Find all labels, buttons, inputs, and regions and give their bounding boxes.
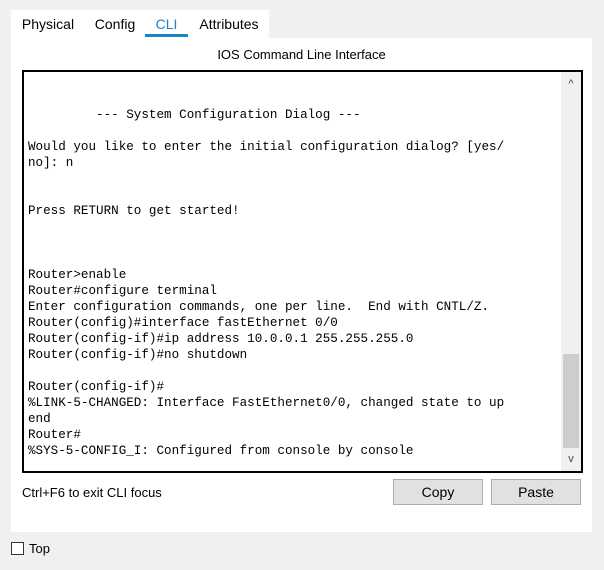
tab-cli[interactable]: CLI xyxy=(145,10,188,38)
scroll-down-icon[interactable]: v xyxy=(561,449,581,469)
terminal-line: Would you like to enter the initial conf… xyxy=(28,140,505,154)
terminal-line: Router#configure terminal xyxy=(28,284,217,298)
tab-config-label: Config xyxy=(94,16,136,32)
terminal-line: Router(config-if)# xyxy=(28,380,165,394)
tab-physical[interactable]: Physical xyxy=(11,10,85,38)
terminal-line: Router(config-if)#ip address 10.0.0.1 25… xyxy=(28,332,414,346)
terminal-line: Router>enable xyxy=(28,268,127,282)
scroll-up-icon[interactable]: ^ xyxy=(561,74,581,94)
terminal-output[interactable]: --- System Configuration Dialog --- Would… xyxy=(28,72,558,471)
terminal-line: %LINK-5-CHANGED: Interface FastEthernet0… xyxy=(28,396,505,410)
terminal-line: Router(config-if)#no shutdown xyxy=(28,348,248,362)
cli-panel: IOS Command Line Interface --- System Co… xyxy=(11,38,592,532)
terminal-line: Router(config)#interface fastEthernet 0/… xyxy=(28,316,338,330)
terminal-scrollbar[interactable]: ^ v xyxy=(561,72,581,471)
tab-bar: Physical Config CLI Attributes xyxy=(11,10,269,38)
terminal-line: end xyxy=(28,412,51,426)
top-checkbox[interactable] xyxy=(11,542,24,555)
tab-cli-label: CLI xyxy=(155,16,178,32)
paste-button[interactable]: Paste xyxy=(491,479,581,505)
terminal-line: %SYS-5-CONFIG_I: Configured from console… xyxy=(28,444,414,458)
tab-attributes-label: Attributes xyxy=(199,16,259,32)
cli-focus-hint: Ctrl+F6 to exit CLI focus xyxy=(22,485,162,500)
top-checkbox-label: Top xyxy=(29,541,50,556)
tab-config[interactable]: Config xyxy=(87,10,143,38)
terminal-line: Enter configuration commands, one per li… xyxy=(28,300,490,314)
terminal-line: no]: n xyxy=(28,156,74,170)
terminal-line: Router# xyxy=(28,428,81,442)
tab-attributes[interactable]: Attributes xyxy=(190,10,268,38)
tab-cli-active-indicator xyxy=(145,34,188,37)
terminal-line: --- System Configuration Dialog --- xyxy=(28,108,361,122)
cli-terminal[interactable]: --- System Configuration Dialog --- Would… xyxy=(22,70,583,473)
copy-button[interactable]: Copy xyxy=(393,479,483,505)
scroll-thumb[interactable] xyxy=(563,354,579,448)
terminal-line: Press RETURN to get started! xyxy=(28,204,240,218)
tab-physical-label: Physical xyxy=(21,16,75,32)
panel-title: IOS Command Line Interface xyxy=(217,47,386,62)
